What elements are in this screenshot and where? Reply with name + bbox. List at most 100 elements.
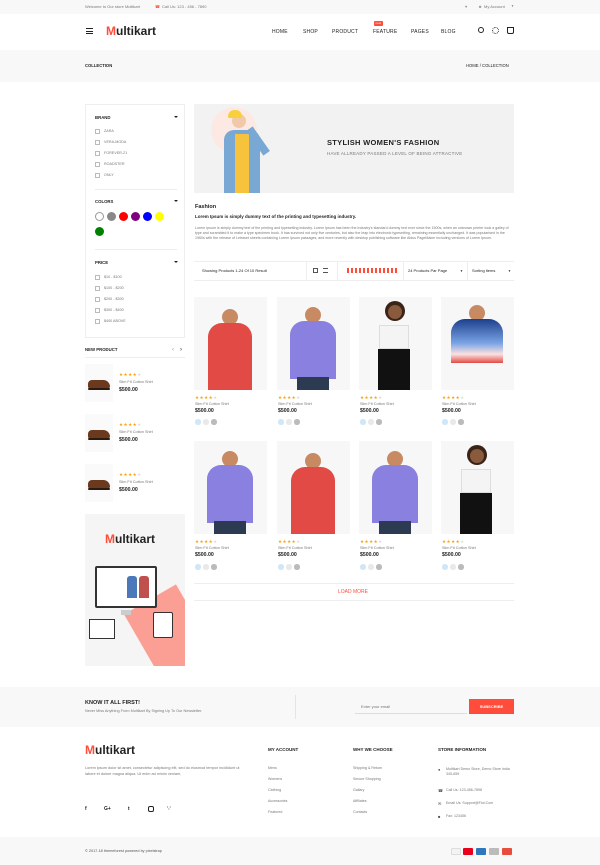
variant-swatch[interactable] xyxy=(294,564,300,570)
load-more-button[interactable]: LOAD MORE xyxy=(338,589,368,595)
variant-swatch[interactable] xyxy=(286,419,292,425)
variant-swatch[interactable] xyxy=(278,419,284,425)
variant-swatch[interactable] xyxy=(195,419,201,425)
twitter-icon[interactable]: 𝔱 xyxy=(128,806,130,812)
product-thumbnail[interactable] xyxy=(85,414,113,452)
price-checkbox[interactable] xyxy=(95,275,100,280)
product-name[interactable]: Slim Fit Cotton Shirt xyxy=(119,380,153,384)
variant-swatch[interactable] xyxy=(376,564,382,570)
facebook-icon[interactable]: f xyxy=(85,806,87,812)
variant-swatch[interactable] xyxy=(360,564,366,570)
product-image[interactable] xyxy=(441,297,514,390)
variant-swatch[interactable] xyxy=(368,564,374,570)
footer-logo[interactable]: Multikart xyxy=(85,743,135,757)
variant-swatch[interactable] xyxy=(376,419,382,425)
variant-swatch[interactable] xyxy=(450,564,456,570)
chevron-right-icon[interactable]: › xyxy=(180,347,182,353)
nav-shop[interactable]: SHOP xyxy=(303,29,318,35)
color-swatch-yellow[interactable] xyxy=(155,212,164,221)
price-checkbox[interactable] xyxy=(95,286,100,291)
caret-down-icon[interactable] xyxy=(174,261,178,263)
price-checkbox[interactable] xyxy=(95,297,100,302)
nav-pages[interactable]: PAGES xyxy=(411,29,429,35)
product-name[interactable]: Slim Fit Cotton Shirt xyxy=(278,546,312,550)
variant-swatch[interactable] xyxy=(294,419,300,425)
price-filter-title[interactable]: PRICE xyxy=(95,260,108,265)
variant-swatch[interactable] xyxy=(450,419,456,425)
collection-hero-banner[interactable]: STYLISH WOMEN'S FASHION HAVE ALLREADY PA… xyxy=(194,104,514,193)
breadcrumb[interactable]: HOME / COLLECTION xyxy=(466,63,509,68)
color-swatch-purple[interactable] xyxy=(131,212,140,221)
colors-filter-title[interactable]: COLORS xyxy=(95,199,113,204)
caret-down-icon[interactable] xyxy=(174,116,178,118)
price-checkbox[interactable] xyxy=(95,319,100,324)
variant-swatch[interactable] xyxy=(442,419,448,425)
search-icon[interactable] xyxy=(478,27,484,33)
footer-link[interactable]: Accessories xyxy=(268,799,287,803)
footer-link[interactable]: Secure Shopping xyxy=(353,777,381,781)
grid-view-icon[interactable] xyxy=(313,268,318,273)
sort-select[interactable]: Sorting items xyxy=(472,268,495,273)
column-layout-icon[interactable] xyxy=(347,268,397,273)
store-email[interactable]: Email Us: Support@Fiot.Com xyxy=(446,801,493,805)
footer-link[interactable]: Contacts xyxy=(353,810,367,814)
product-name[interactable]: Slim Fit Cotton Shirt xyxy=(119,480,153,484)
color-swatch-blue[interactable] xyxy=(143,212,152,221)
footer-link[interactable]: Affiliates xyxy=(353,799,367,803)
instagram-icon[interactable] xyxy=(148,806,154,812)
variant-swatch[interactable] xyxy=(195,564,201,570)
side-banner[interactable]: Multikart xyxy=(85,514,185,666)
product-image[interactable] xyxy=(359,297,432,390)
chevron-down-icon[interactable]: ▼ xyxy=(508,269,511,273)
nav-product[interactable]: PRODUCT xyxy=(332,29,358,35)
brand-checkbox[interactable] xyxy=(95,162,100,167)
chevron-down-icon[interactable]: ▼ xyxy=(460,269,463,273)
product-image[interactable] xyxy=(194,441,267,534)
product-name[interactable]: Slim Fit Cotton Shirt xyxy=(195,402,229,406)
nav-blog[interactable]: BLOG xyxy=(441,29,456,35)
product-name[interactable]: Slim Fit Cotton Shirt xyxy=(278,402,312,406)
variant-swatch[interactable] xyxy=(203,564,209,570)
brand-checkbox[interactable] xyxy=(95,151,100,156)
nav-home[interactable]: HOME xyxy=(272,29,288,35)
product-name[interactable]: Slim Fit Cotton Shirt xyxy=(442,546,476,550)
color-swatch-red[interactable] xyxy=(119,212,128,221)
variant-swatch[interactable] xyxy=(458,419,464,425)
product-thumbnail[interactable] xyxy=(85,364,113,402)
product-name[interactable]: Slim Fit Cotton Shirt xyxy=(360,546,394,550)
brand-checkbox[interactable] xyxy=(95,173,100,178)
list-view-icon[interactable] xyxy=(323,268,328,273)
footer-link[interactable]: Mens xyxy=(268,766,277,770)
caret-down-icon[interactable] xyxy=(174,200,178,202)
product-name[interactable]: Slim Fit Cotton Shirt xyxy=(195,546,229,550)
variant-swatch[interactable] xyxy=(211,419,217,425)
price-checkbox[interactable] xyxy=(95,308,100,313)
footer-link[interactable]: Womens xyxy=(268,777,282,781)
google-plus-icon[interactable]: G+ xyxy=(104,806,111,812)
brand-filter-title[interactable]: BRAND xyxy=(95,115,111,120)
site-logo[interactable]: Multikart xyxy=(106,24,156,38)
footer-link[interactable]: Featured xyxy=(268,810,282,814)
brand-checkbox[interactable] xyxy=(95,129,100,134)
variant-swatch[interactable] xyxy=(368,419,374,425)
variant-swatch[interactable] xyxy=(458,564,464,570)
newsletter-email-input[interactable] xyxy=(355,699,467,714)
rss-icon[interactable]: ∵ xyxy=(167,805,171,812)
product-thumbnail[interactable] xyxy=(85,464,113,502)
cart-icon[interactable] xyxy=(507,27,514,34)
product-image[interactable] xyxy=(277,297,350,390)
my-account-link[interactable]: My Account xyxy=(484,4,505,9)
subscribe-button[interactable]: SUBSCRIBE xyxy=(469,699,514,714)
footer-link[interactable]: Gallary xyxy=(353,788,364,792)
product-image[interactable] xyxy=(277,441,350,534)
variant-swatch[interactable] xyxy=(211,564,217,570)
variant-swatch[interactable] xyxy=(360,419,366,425)
product-name[interactable]: Slim Fit Cotton Shirt xyxy=(119,430,153,434)
variant-swatch[interactable] xyxy=(278,564,284,570)
color-swatch-white[interactable] xyxy=(95,212,104,221)
variant-swatch[interactable] xyxy=(203,419,209,425)
footer-link[interactable]: Shipping & Return xyxy=(353,766,382,770)
product-name[interactable]: Slim Fit Cotton Shirt xyxy=(442,402,476,406)
nav-feature[interactable]: FEATURE xyxy=(373,29,397,35)
product-name[interactable]: Slim Fit Cotton Shirt xyxy=(360,402,394,406)
